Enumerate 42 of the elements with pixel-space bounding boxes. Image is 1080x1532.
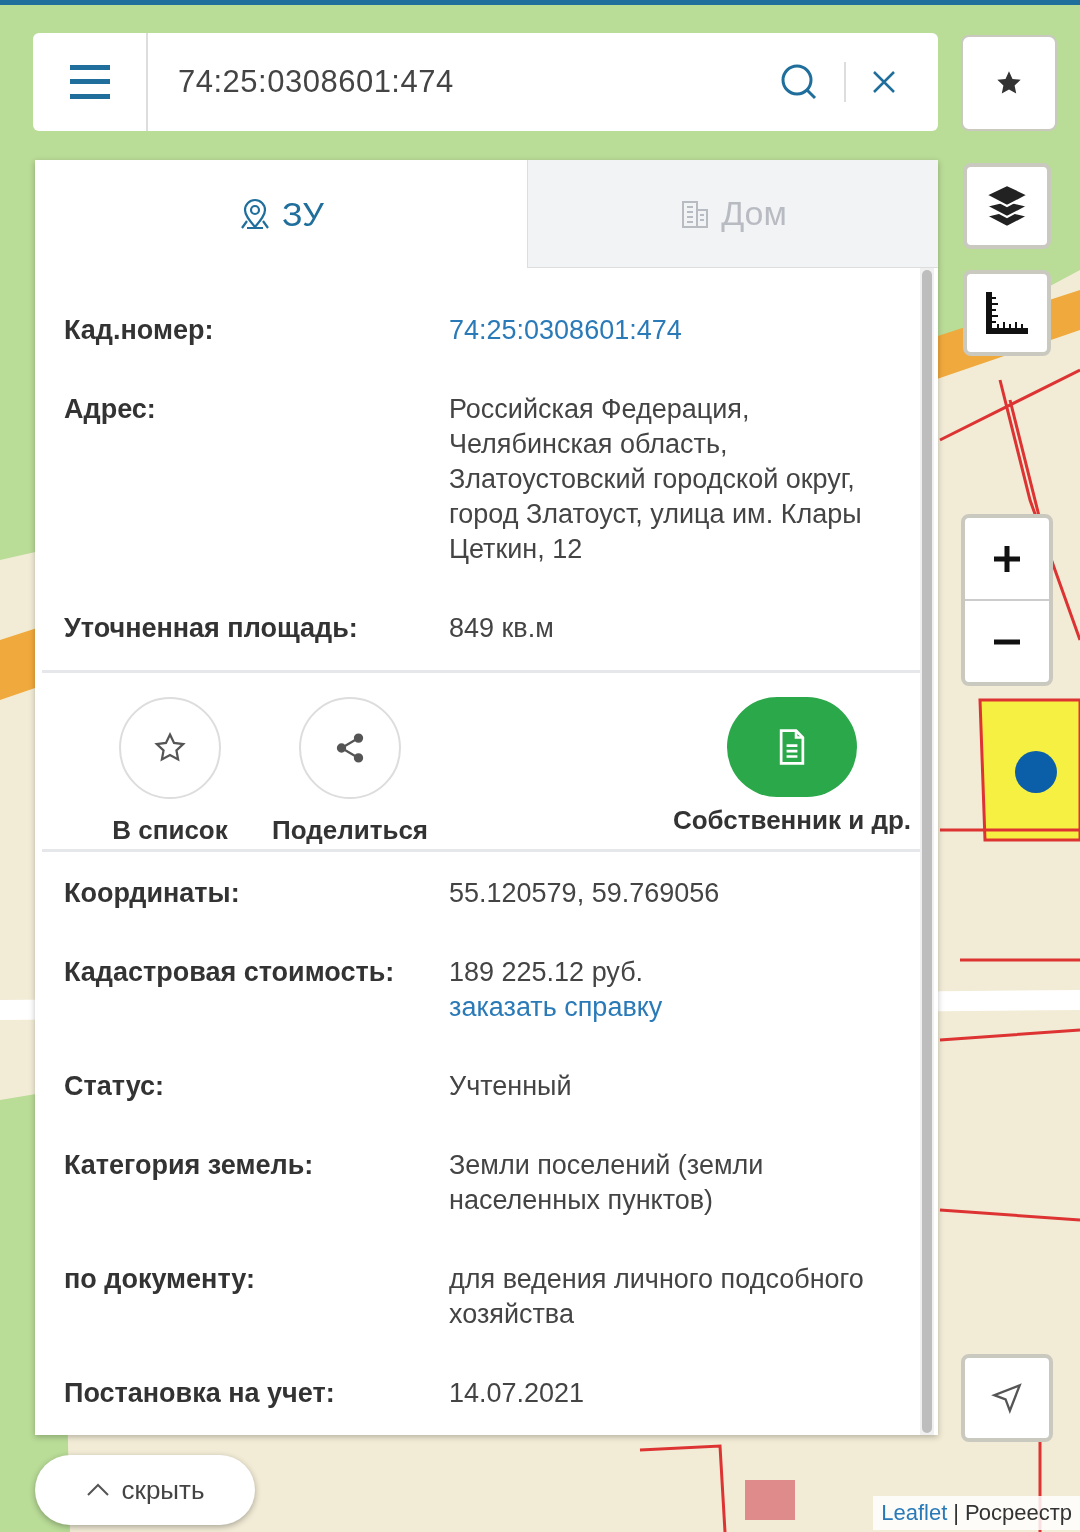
leaflet-link[interactable]: Leaflet xyxy=(881,1500,948,1526)
field-value: Учтенный xyxy=(449,1070,573,1103)
ruler-icon xyxy=(984,290,1030,336)
ruler-button[interactable] xyxy=(963,270,1051,356)
field-value: 14.07.2021 xyxy=(449,1377,586,1410)
tab[interactable]: ЗУ xyxy=(35,160,527,268)
field-label: Уточненная площадь: xyxy=(64,612,359,645)
field-value: Земли поселений (земли населенных пунктов) xyxy=(449,1149,765,1217)
attribution-source: Росреестр xyxy=(965,1500,1072,1526)
action-label: Собственник и др. xyxy=(672,805,912,836)
field-value: 189 225.12 руб. xyxy=(449,956,645,989)
hide-button[interactable]: скрыть xyxy=(35,1455,255,1525)
chevron-up-icon xyxy=(85,1483,110,1497)
menu-button[interactable] xyxy=(33,33,148,131)
plus-icon xyxy=(993,544,1021,573)
field-value: для ведения личного подсобного хозяйства xyxy=(449,1263,865,1331)
scrollbar[interactable] xyxy=(922,270,932,1433)
field-label: Кадастровая стоимость: xyxy=(64,956,396,989)
field-label: Статус: xyxy=(64,1070,165,1103)
minus-icon xyxy=(994,638,1020,645)
separator: | xyxy=(953,1500,960,1526)
order-report-link[interactable]: заказать справку xyxy=(449,990,889,1025)
cadastral-number-link[interactable]: 74:25:0308601:474 xyxy=(449,313,889,348)
field-label: Адрес: xyxy=(64,393,157,426)
field-label: Кад.номер: xyxy=(64,314,215,347)
field-value: 849 кв.м xyxy=(449,612,555,645)
menu-icon xyxy=(69,65,110,99)
field-value: Российская Федерация, Челябинская область, Златоустовский городской округ, город Златоуст, улица им. Клары Цеткин, 12 xyxy=(449,393,863,566)
close-icon xyxy=(872,70,896,94)
field-value: 55.120579, 59.769056 xyxy=(449,877,721,910)
locate-button[interactable] xyxy=(961,1354,1053,1442)
action-label: В список xyxy=(112,815,228,846)
field-label: Координаты: xyxy=(64,877,241,910)
search-icon xyxy=(780,63,818,101)
favorites-button[interactable] xyxy=(961,35,1057,131)
navigation-arrow-icon xyxy=(990,1381,1024,1415)
field-label: по документу: xyxy=(64,1263,256,1296)
layers-button[interactable] xyxy=(963,163,1051,249)
field-label: Постановка на учет: xyxy=(64,1377,336,1410)
field-label: Категория земель: xyxy=(64,1149,315,1182)
search-field[interactable]: 74:25:0308601:474 xyxy=(148,33,780,131)
action-label: Поделиться xyxy=(271,815,428,846)
